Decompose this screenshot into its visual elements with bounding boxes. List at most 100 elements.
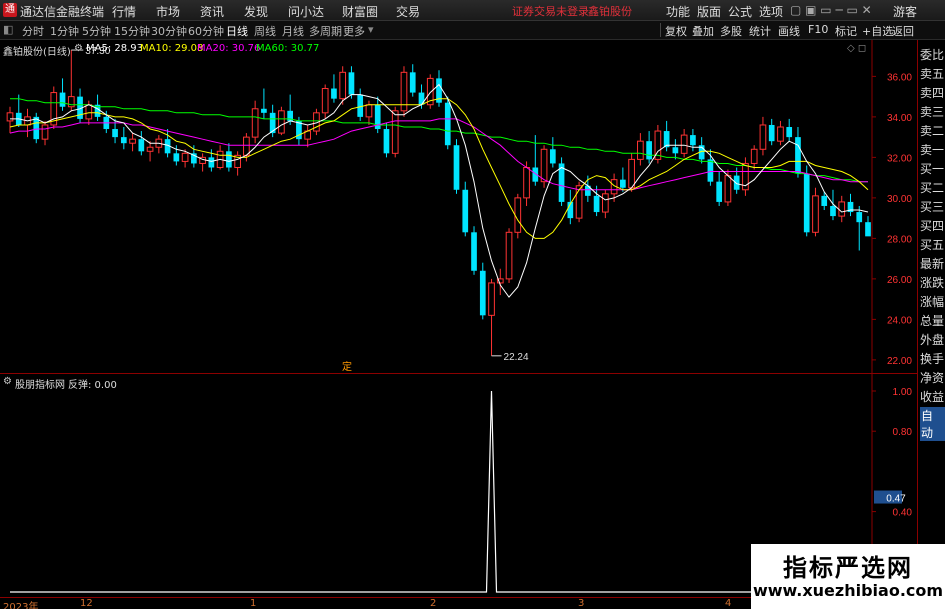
date-label-feb: 2 — [430, 598, 437, 609]
add-watchlist-button[interactable]: +自选 — [862, 23, 893, 39]
tab-5min[interactable]: 5分钟 — [82, 23, 111, 39]
rp-buy5[interactable]: 买五 — [920, 236, 944, 253]
candle-body — [348, 72, 355, 95]
candle — [129, 133, 136, 152]
candle-body — [365, 104, 373, 118]
price-tick-label: 32.00 — [887, 153, 912, 164]
adjust-button[interactable]: 复权 — [665, 23, 687, 39]
menu-discover[interactable]: 发现 — [244, 3, 268, 20]
rp-buy1[interactable]: 买一 — [920, 160, 944, 177]
rp-net-assets[interactable]: 净资 — [920, 369, 944, 386]
price-tick-label: 28.00 — [887, 234, 912, 245]
candle-body — [181, 152, 189, 162]
rp-buy2[interactable]: 买二 — [920, 179, 944, 196]
rp-earnings[interactable]: 收益 — [920, 388, 944, 405]
multi-stock-button[interactable]: 多股 — [720, 23, 742, 39]
candle — [426, 74, 434, 109]
rp-volume[interactable]: 总量 — [920, 312, 944, 329]
candle — [812, 187, 819, 237]
rp-sell1[interactable]: 卖一 — [920, 141, 944, 158]
rp-buy4[interactable]: 买四 — [920, 217, 944, 234]
rp-buy3[interactable]: 买三 — [920, 198, 944, 215]
candle-body — [59, 92, 66, 107]
tab-multi-period[interactable]: 多周期 — [309, 23, 342, 39]
menu-quotes[interactable]: 行情 — [112, 3, 136, 20]
candle-body — [112, 129, 118, 138]
panel-toggle-icon[interactable]: ◧ — [3, 23, 13, 36]
mark-button[interactable]: 标记 — [835, 23, 857, 39]
user-guest[interactable]: 游客 — [893, 3, 917, 20]
tab-more[interactable]: 更多 — [343, 23, 365, 39]
rp-turnover[interactable]: 换手 — [920, 350, 944, 367]
rp-change[interactable]: 涨跌 — [920, 274, 944, 291]
draw-line-button[interactable]: 画线 — [778, 23, 800, 39]
statistics-button[interactable]: 统计 — [749, 23, 771, 39]
price-chart-svg[interactable]: 36.00 34.00 32.00 30.00 28.00 26.00 24.00 22.00… — [0, 40, 917, 373]
candle-body — [138, 139, 145, 152]
diamond-icon[interactable]: ◇ ◻ — [847, 43, 866, 54]
stock-name-notice: 鑫铂股份 — [588, 5, 632, 18]
candle-body — [821, 195, 828, 206]
rp-outer[interactable]: 外盘 — [920, 331, 944, 348]
tab-weekly[interactable]: 周线 — [254, 23, 276, 39]
rp-sell5[interactable]: 卖五 — [920, 65, 944, 82]
rp-sell2[interactable]: 卖二 — [920, 122, 944, 139]
candle-body — [41, 124, 49, 140]
candle-body — [628, 158, 635, 189]
candle-body — [251, 108, 259, 138]
window-controls-icon[interactable]: ▢ ▣ ▭ ─ ▭ ✕ — [790, 3, 872, 17]
date-label-year: 2023年 — [3, 602, 39, 609]
stock-name-label: 鑫铂股份(日线) — [3, 47, 71, 58]
candle-body — [479, 270, 486, 316]
candle — [462, 181, 469, 237]
rp-change-pct[interactable]: 涨幅 — [920, 293, 944, 310]
period-toolbar: ◧ 分时 1分钟 5分钟 15分钟 30分钟 60分钟 日线 周线 月线 多周期… — [0, 21, 945, 40]
tab-1min[interactable]: 1分钟 — [50, 23, 79, 39]
menu-assistant[interactable]: 问小达 — [288, 3, 324, 20]
menu-formula[interactable]: 公式 — [728, 3, 752, 20]
menu-trade[interactable]: 交易 — [396, 3, 420, 20]
candle — [742, 157, 749, 196]
rp-weibi[interactable]: 委比 — [920, 46, 944, 63]
menu-options[interactable]: 选项 — [759, 3, 783, 20]
rp-auto[interactable]: 自动 — [920, 407, 945, 441]
candle — [33, 112, 40, 144]
menu-functions[interactable]: 功能 — [666, 3, 690, 20]
date-label-jan: 1 — [250, 598, 257, 609]
candle — [357, 88, 364, 121]
candle — [409, 64, 416, 97]
tab-15min[interactable]: 15分钟 — [114, 23, 150, 39]
candle-body — [488, 282, 495, 316]
candle — [6, 106, 14, 134]
tab-monthly[interactable]: 月线 — [282, 23, 304, 39]
tab-intraday[interactable]: 分时 — [22, 23, 44, 39]
login-notice[interactable]: 证券交易未登录 — [512, 3, 589, 19]
tab-60min[interactable]: 60分钟 — [188, 23, 224, 39]
f10-button[interactable]: F10 — [808, 23, 828, 36]
settings-icon[interactable]: ⚙ — [74, 43, 83, 54]
candle — [540, 145, 548, 188]
menu-market[interactable]: 市场 — [156, 3, 180, 20]
candle — [400, 66, 408, 117]
menu-layout[interactable]: 版面 — [697, 3, 721, 20]
tab-daily[interactable]: 日线 — [226, 23, 248, 39]
candle — [750, 145, 758, 170]
candle-body — [786, 127, 793, 138]
candle-body — [129, 138, 136, 144]
ma10-legend: MA10: 29.08 — [140, 43, 204, 54]
price-tick-label: 22.00 — [887, 356, 912, 367]
overlay-button[interactable]: 叠加 — [692, 23, 714, 39]
candlestick-chart[interactable]: 36.00 34.00 32.00 30.00 28.00 26.00 24.00 22.00… — [0, 40, 917, 373]
rp-sell4[interactable]: 卖四 — [920, 84, 944, 101]
rp-latest[interactable]: 最新 — [920, 255, 944, 272]
menu-news[interactable]: 资讯 — [200, 3, 224, 20]
menu-bar: 通 通达信金融终端 行情 市场 资讯 发现 问小达 财富圈 交易 证券交易未登录… — [0, 0, 945, 21]
back-button[interactable]: 返回 — [892, 23, 914, 39]
more-chevron-icon[interactable]: ▾ — [368, 23, 374, 36]
indicator-settings-icon[interactable]: ⚙ — [3, 376, 12, 387]
candle — [654, 124, 662, 164]
candle — [216, 145, 224, 170]
tab-30min[interactable]: 30分钟 — [151, 23, 187, 39]
rp-sell3[interactable]: 卖三 — [920, 103, 944, 120]
menu-wealth-circle[interactable]: 财富圈 — [342, 3, 378, 20]
